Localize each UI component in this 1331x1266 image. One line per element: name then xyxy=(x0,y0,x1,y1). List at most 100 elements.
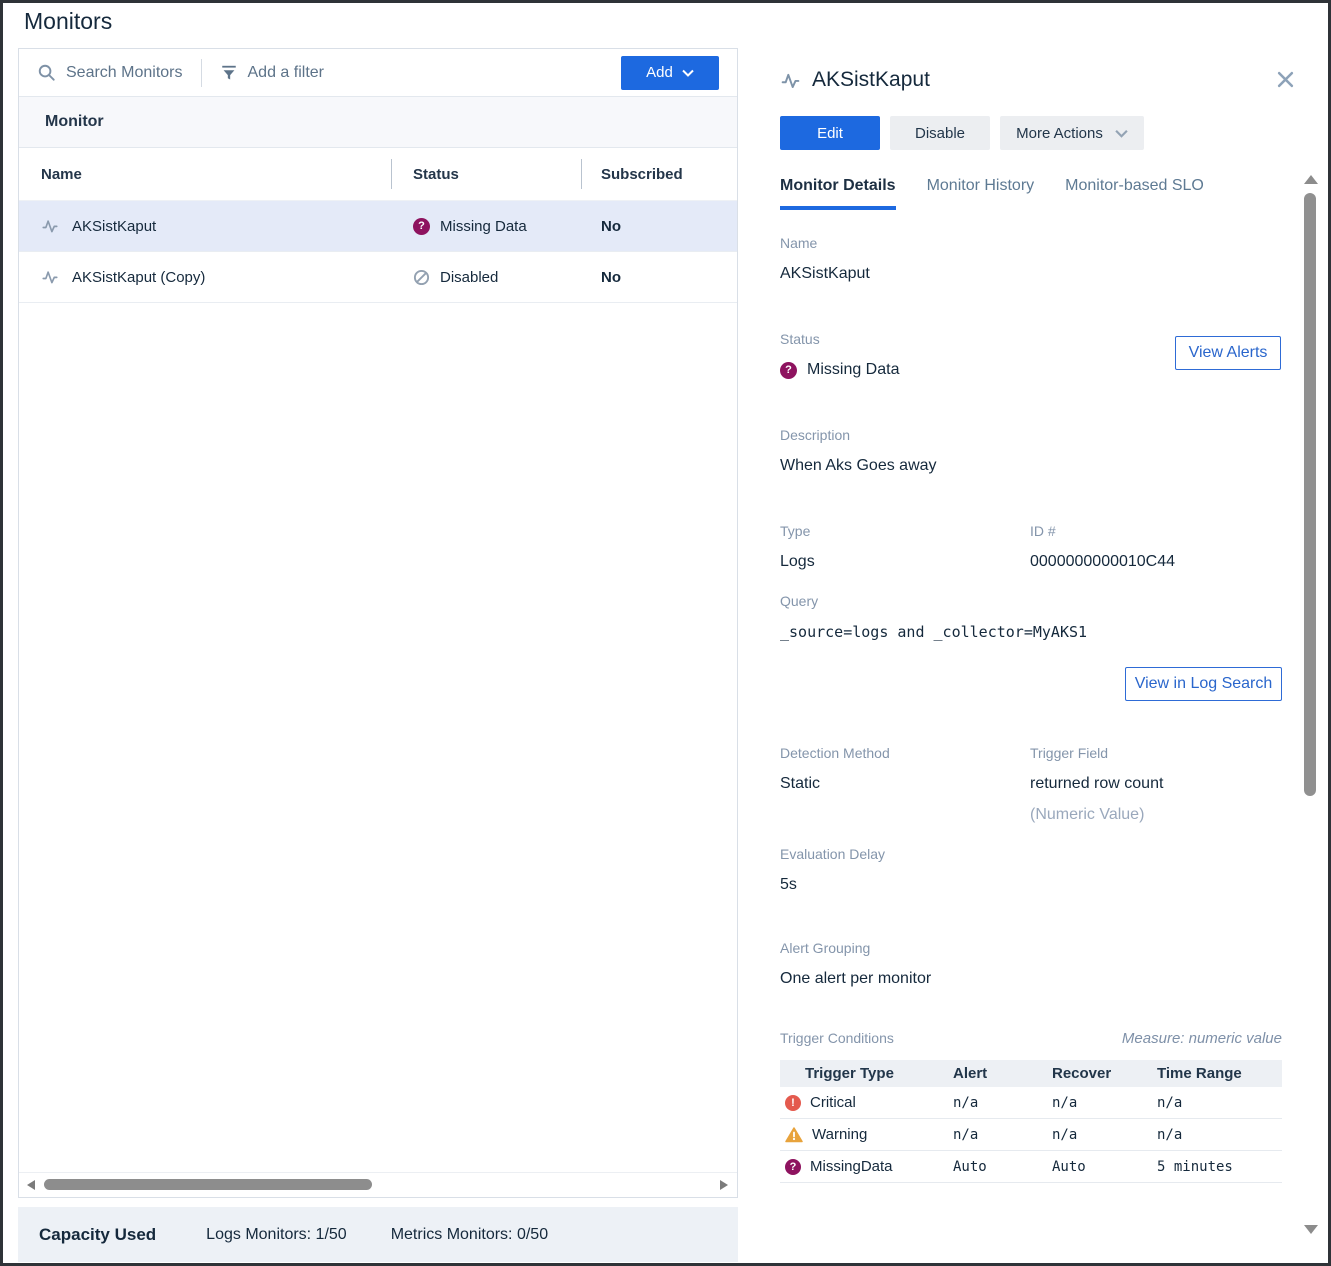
table-empty-area xyxy=(19,303,737,1172)
scroll-right-arrow-icon[interactable] xyxy=(720,1180,728,1190)
search-monitors-control[interactable]: Search Monitors xyxy=(37,63,183,82)
missing-data-icon: ? xyxy=(785,1159,801,1175)
scroll-left-arrow-icon[interactable] xyxy=(27,1180,35,1190)
trigger-type-column-header: Trigger Type xyxy=(780,1065,953,1082)
trigger-type: Critical xyxy=(810,1094,856,1111)
disabled-status-icon xyxy=(413,269,430,286)
trigger-type: Warning xyxy=(812,1126,867,1143)
detection-method-label: Detection Method xyxy=(780,745,1030,761)
monitor-name-cell: AKSistKaput xyxy=(19,217,391,235)
trigger-conditions-section: Trigger Conditions Measure: numeric valu… xyxy=(780,1030,1282,1183)
monitor-status-cell: ? Missing Data xyxy=(391,218,581,235)
trigger-conditions-table: Trigger Type Alert Recover Time Range ! … xyxy=(780,1060,1282,1183)
tab-monitor-details[interactable]: Monitor Details xyxy=(780,177,896,210)
logs-monitors-count: Logs Monitors: 1/50 xyxy=(206,1226,347,1244)
name-value: AKSistKaput xyxy=(780,263,1282,285)
more-actions-label: More Actions xyxy=(1016,125,1103,142)
add-button[interactable]: Add xyxy=(621,56,719,90)
id-label: ID # xyxy=(1030,523,1282,539)
monitors-list-panel: Search Monitors Add a filter Add Monitor… xyxy=(18,48,738,1198)
monitor-subscribed: No xyxy=(581,218,737,235)
status-field: Status ? Missing Data View Alerts xyxy=(780,331,1282,381)
alert-grouping-label: Alert Grouping xyxy=(780,940,1282,956)
alert-grouping-value: One alert per monitor xyxy=(780,968,1282,990)
tab-monitor-history[interactable]: Monitor History xyxy=(927,177,1035,210)
recover-value: Auto xyxy=(1052,1159,1157,1175)
trigger-field-note: (Numeric Value) xyxy=(1030,804,1282,826)
trigger-table-header: Trigger Type Alert Recover Time Range xyxy=(780,1060,1282,1087)
tab-monitor-based-slo[interactable]: Monitor-based SLO xyxy=(1065,177,1204,210)
edit-button[interactable]: Edit xyxy=(780,116,880,150)
monitor-subscribed: No xyxy=(581,269,737,286)
trigger-row-critical: ! Critical n/a n/a n/a xyxy=(780,1087,1282,1119)
alert-grouping-field: Alert Grouping One alert per monitor xyxy=(780,940,1282,990)
horizontal-scrollbar-thumb[interactable] xyxy=(44,1179,372,1190)
time-range-value: 5 minutes xyxy=(1157,1159,1282,1175)
description-label: Description xyxy=(780,427,1282,443)
monitor-name: AKSistKaput (Copy) xyxy=(72,269,205,286)
table-row[interactable]: AKSistKaput ? Missing Data No xyxy=(19,201,737,252)
time-range-column-header: Time Range xyxy=(1157,1065,1282,1082)
toolbar-divider xyxy=(201,59,202,87)
add-button-label: Add xyxy=(646,64,673,81)
search-monitors-placeholder: Search Monitors xyxy=(66,64,183,82)
alert-value: n/a xyxy=(953,1095,1052,1111)
trigger-type: MissingData xyxy=(810,1158,893,1175)
trigger-row-missing-data: ? MissingData Auto Auto 5 minutes xyxy=(780,1151,1282,1183)
query-value: _source=logs and _collector=MyAKS1 xyxy=(780,621,1282,643)
id-field: ID # 0000000000010C44 xyxy=(1030,523,1282,573)
trigger-row-warning: Warning n/a n/a n/a xyxy=(780,1119,1282,1151)
monitor-status: Missing Data xyxy=(440,218,527,235)
monitor-pulse-icon xyxy=(41,268,59,286)
description-value: When Aks Goes away xyxy=(780,455,1282,477)
description-field: Description When Aks Goes away xyxy=(780,427,1282,477)
add-filter-label: Add a filter xyxy=(248,64,324,82)
column-header-name[interactable]: Name xyxy=(19,148,391,200)
scroll-down-arrow-icon[interactable] xyxy=(1304,1225,1318,1234)
detection-trigger-fields: Detection Method Static Trigger Field re… xyxy=(780,745,1282,826)
monitor-pulse-icon xyxy=(41,217,59,235)
id-value: 0000000000010C44 xyxy=(1030,551,1282,573)
monitor-status-cell: Disabled xyxy=(391,269,581,286)
monitor-pulse-icon xyxy=(780,70,801,91)
trigger-field: Trigger Field returned row count (Numeri… xyxy=(1030,745,1282,826)
type-field: Type Logs xyxy=(780,523,1030,573)
add-filter-control[interactable]: Add a filter xyxy=(220,64,324,82)
detection-method-value: Static xyxy=(780,773,1030,795)
warning-icon xyxy=(785,1127,803,1143)
vertical-scrollbar-thumb[interactable] xyxy=(1304,193,1316,796)
scroll-up-arrow-icon[interactable] xyxy=(1304,175,1318,184)
status-value: Missing Data xyxy=(807,359,899,381)
chevron-down-icon xyxy=(1115,129,1128,138)
missing-data-status-icon: ? xyxy=(780,362,797,379)
more-actions-button[interactable]: More Actions xyxy=(1000,116,1144,150)
alert-value: Auto xyxy=(953,1159,1052,1175)
monitor-group-header: Monitor xyxy=(19,97,737,148)
view-in-log-search-button[interactable]: View in Log Search xyxy=(1125,667,1282,701)
detection-method-field: Detection Method Static xyxy=(780,745,1030,826)
view-alerts-button[interactable]: View Alerts xyxy=(1175,336,1281,370)
monitor-detail-panel: AKSistKaput Edit Disable More Actions Mo… xyxy=(780,59,1282,1229)
column-header-status[interactable]: Status xyxy=(391,148,581,200)
disable-button[interactable]: Disable xyxy=(890,116,990,150)
name-label: Name xyxy=(780,235,1282,251)
metrics-monitors-count: Metrics Monitors: 0/50 xyxy=(391,1226,548,1244)
evaluation-delay-label: Evaluation Delay xyxy=(780,846,1282,862)
search-icon xyxy=(37,63,56,82)
alert-value: n/a xyxy=(953,1127,1052,1143)
monitors-toolbar: Search Monitors Add a filter Add xyxy=(19,49,737,97)
table-column-header: Name Status Subscribed xyxy=(19,148,737,201)
recover-column-header: Recover xyxy=(1052,1065,1157,1082)
time-range-value: n/a xyxy=(1157,1095,1282,1111)
critical-icon: ! xyxy=(785,1095,801,1111)
detail-actions: Edit Disable More Actions xyxy=(780,116,1282,150)
table-row[interactable]: AKSistKaput (Copy) Disabled No xyxy=(19,252,737,303)
evaluation-delay-field: Evaluation Delay 5s xyxy=(780,846,1282,896)
type-label: Type xyxy=(780,523,1030,539)
trigger-conditions-label: Trigger Conditions xyxy=(780,1030,894,1046)
name-field: Name AKSistKaput xyxy=(780,235,1282,285)
column-header-subscribed[interactable]: Subscribed xyxy=(581,148,737,200)
horizontal-scrollbar[interactable] xyxy=(19,1172,737,1197)
monitor-name-cell: AKSistKaput (Copy) xyxy=(19,268,391,286)
type-id-fields: Type Logs ID # 0000000000010C44 xyxy=(780,523,1282,573)
